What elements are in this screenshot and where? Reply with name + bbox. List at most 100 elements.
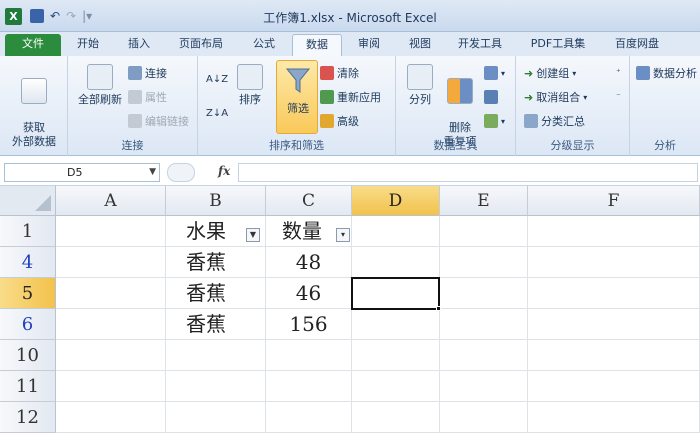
column-header-b[interactable]: B xyxy=(166,186,266,216)
sort-button[interactable]: 排序 xyxy=(230,64,270,107)
grid-cell[interactable] xyxy=(266,371,352,402)
row-header-12[interactable]: 12 xyxy=(0,402,56,433)
grid-cell[interactable] xyxy=(528,247,700,278)
row-header-10[interactable]: 10 xyxy=(0,340,56,371)
grid-cell[interactable] xyxy=(352,371,440,402)
grid-cell[interactable] xyxy=(166,402,266,433)
grid-cell[interactable] xyxy=(56,309,166,340)
cell-c5[interactable]: 46 xyxy=(266,278,352,309)
grid-cell[interactable] xyxy=(56,247,166,278)
grid-cell[interactable] xyxy=(528,309,700,340)
grid-cell[interactable] xyxy=(166,340,266,371)
grid-cell[interactable] xyxy=(528,371,700,402)
tab-developer[interactable]: 开发工具 xyxy=(447,34,513,56)
row-header-4[interactable]: 4 xyxy=(0,247,56,278)
grid-cell[interactable] xyxy=(56,216,166,247)
grid-cell[interactable] xyxy=(56,340,166,371)
cell-c4[interactable]: 48 xyxy=(266,247,352,278)
text-to-columns-button[interactable]: 分列 xyxy=(402,64,438,107)
grid-cell[interactable] xyxy=(352,340,440,371)
grid-cell[interactable] xyxy=(56,371,166,402)
insert-function-icon[interactable]: fx xyxy=(218,164,230,178)
clear-filter-icon xyxy=(320,66,334,80)
tab-data[interactable]: 数据 xyxy=(292,34,342,56)
tab-view[interactable]: 视图 xyxy=(396,34,444,56)
column-header-e[interactable]: E xyxy=(440,186,528,216)
column-header-d[interactable]: D xyxy=(352,186,440,216)
data-validation-button[interactable]: ▾ xyxy=(484,64,505,82)
grid-cell[interactable] xyxy=(440,247,528,278)
grid-cell[interactable] xyxy=(440,278,528,309)
grid-cell[interactable] xyxy=(440,371,528,402)
grid-cell[interactable] xyxy=(56,278,166,309)
formula-bar-expand-icon[interactable] xyxy=(167,163,195,182)
tab-review[interactable]: 审阅 xyxy=(345,34,393,56)
properties-button[interactable]: 属性 xyxy=(128,88,167,106)
grid-cell[interactable] xyxy=(440,340,528,371)
group-button[interactable]: ➜ 创建组 ▾ xyxy=(524,64,576,82)
grid-cell[interactable] xyxy=(528,216,700,247)
cell-b6[interactable]: 香蕉 xyxy=(166,309,266,340)
select-all-corner[interactable] xyxy=(0,186,56,216)
show-detail-icon[interactable]: ⁺ xyxy=(616,64,621,82)
hide-detail-icon[interactable]: ⁻ xyxy=(616,88,621,106)
what-if-icon xyxy=(484,114,498,128)
clear-filter-button[interactable]: 清除 xyxy=(320,64,359,82)
tab-baidu-netdisk[interactable]: 百度网盘 xyxy=(602,34,672,56)
advanced-filter-button[interactable]: 高级 xyxy=(320,112,359,130)
cell-b4[interactable]: 香蕉 xyxy=(166,247,266,278)
column-header-c[interactable]: C xyxy=(266,186,352,216)
cell-c6[interactable]: 156 xyxy=(266,309,352,340)
consolidate-button[interactable] xyxy=(484,88,498,106)
group-arrow-icon: ➜ xyxy=(524,66,534,80)
column-header-a[interactable]: A xyxy=(56,186,166,216)
formula-input[interactable] xyxy=(238,163,698,182)
name-box-dropdown-icon[interactable]: ▼ xyxy=(149,164,156,181)
grid-cell[interactable] xyxy=(352,402,440,433)
get-external-data-button[interactable]: 获取 外部数据 xyxy=(4,64,64,149)
grid-cell[interactable] xyxy=(352,216,440,247)
tab-insert[interactable]: 插入 xyxy=(115,34,163,56)
row-header-1[interactable]: 1 xyxy=(0,216,56,247)
row-header-6[interactable]: 6 xyxy=(0,309,56,340)
fill-handle[interactable] xyxy=(436,306,441,311)
row-header-5[interactable]: 5 xyxy=(0,278,56,309)
tab-formulas[interactable]: 公式 xyxy=(240,34,288,56)
grid-cell[interactable] xyxy=(266,402,352,433)
row-header-11[interactable]: 11 xyxy=(0,371,56,402)
refresh-all-button[interactable]: 全部刷新 xyxy=(72,64,128,107)
sort-ascending-button[interactable]: A↓Z xyxy=(206,70,228,88)
tab-page-layout[interactable]: 页面布局 xyxy=(166,34,236,56)
name-box[interactable]: D5 ▼ xyxy=(4,163,160,182)
sort-descending-button[interactable]: Z↓A xyxy=(206,104,228,122)
connections-button[interactable]: 连接 xyxy=(128,64,167,82)
grid-cell[interactable] xyxy=(528,402,700,433)
column-header-f[interactable]: F xyxy=(528,186,700,216)
filter-dropdown-fruit-applied-icon[interactable]: ▼ xyxy=(246,228,260,242)
grid-cell[interactable] xyxy=(440,402,528,433)
grid-cell[interactable] xyxy=(166,371,266,402)
grid-cell[interactable] xyxy=(528,278,700,309)
grid-cell[interactable] xyxy=(352,309,440,340)
data-analysis-button[interactable]: 数据分析 xyxy=(636,64,697,82)
group-label-data-tools: 数据工具 xyxy=(433,139,478,152)
filter-button[interactable]: 筛选 xyxy=(278,66,318,116)
subtotal-button[interactable]: 分类汇总 xyxy=(524,112,585,130)
ungroup-button[interactable]: ➜ 取消组合 ▾ xyxy=(524,88,587,106)
subtotal-icon xyxy=(524,114,538,128)
tab-file[interactable]: 文件 xyxy=(5,34,61,56)
active-cell-d5[interactable] xyxy=(351,277,440,310)
grid-cell[interactable] xyxy=(266,340,352,371)
grid-cell[interactable] xyxy=(528,340,700,371)
what-if-analysis-button[interactable]: ▾ xyxy=(484,112,505,130)
tab-pdf-tools[interactable]: PDF工具集 xyxy=(518,34,598,56)
grid-cell[interactable] xyxy=(352,247,440,278)
tab-home[interactable]: 开始 xyxy=(64,34,112,56)
grid-cell[interactable] xyxy=(440,309,528,340)
edit-links-button[interactable]: 编辑链接 xyxy=(128,112,189,130)
filter-dropdown-quantity-icon[interactable]: ▾ xyxy=(336,228,350,242)
cell-b5[interactable]: 香蕉 xyxy=(166,278,266,309)
grid-cell[interactable] xyxy=(56,402,166,433)
reapply-filter-button[interactable]: 重新应用 xyxy=(320,88,381,106)
grid-cell[interactable] xyxy=(440,216,528,247)
